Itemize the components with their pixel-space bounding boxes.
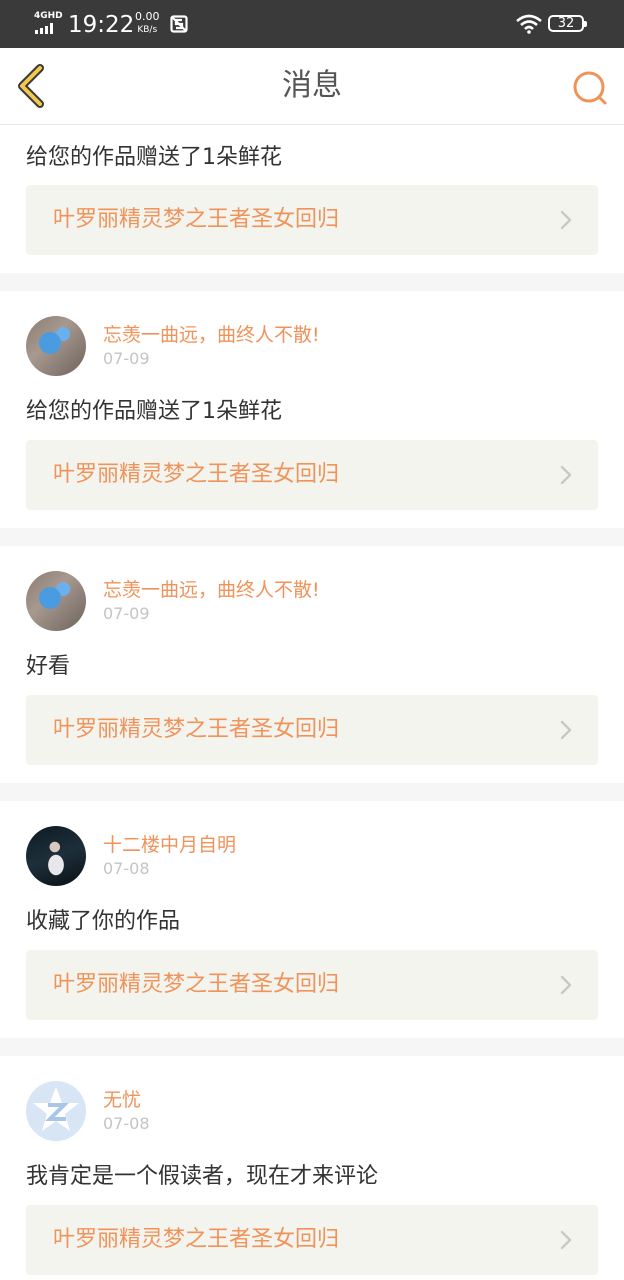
sender-name[interactable]: 忘羡一曲远，曲终人不散! [103,320,320,347]
sender-name[interactable]: 十二楼中月自明 [103,830,236,857]
work-title: 叶罗丽精灵梦之王者圣女回归 [53,1227,340,1252]
notification-icon [170,15,188,37]
work-title: 叶罗丽精灵梦之王者圣女回归 [53,207,340,232]
message-text: 收藏了你的作品 [26,909,181,934]
message-sender: 忘羡一曲远，曲终人不散! 07-09 [26,571,598,631]
message-date: 07-09 [103,349,150,368]
message-sender: 无忧 07-08 [26,1081,598,1141]
work-link[interactable]: 叶罗丽精灵梦之王者圣女回归 [26,1205,598,1275]
message-text: 给您的作品赠送了1朵鲜花 [26,399,282,424]
message-date: 07-08 [103,1114,150,1133]
message-sender: 忘羡一曲远，曲终人不散! 07-09 [26,316,598,376]
message-item: 无忧 07-08 我肯定是一个假读者，现在才来评论 叶罗丽精灵梦之王者圣女回归 [0,1056,624,1280]
work-title: 叶罗丽精灵梦之王者圣女回归 [53,717,340,742]
network-speed: 0.00 KB/s [135,11,160,36]
chevron-right-icon [560,210,572,230]
status-bar: 4GHD 19:22 0.00 KB/s 32 [0,0,624,48]
speed-unit: KB/s [137,25,158,35]
network-type: 4GHD [34,11,63,21]
sender-name[interactable]: 无忧 [103,1085,141,1112]
chevron-right-icon [560,465,572,485]
chevron-right-icon [560,975,572,995]
message-date: 07-08 [103,859,150,878]
page-title: 消息 [282,68,342,103]
message-item: 十二楼中月自明 07-08 收藏了你的作品 叶罗丽精灵梦之王者圣女回归 [0,801,624,1038]
search-icon [573,71,607,105]
message-text: 好看 [26,654,71,679]
avatar[interactable] [26,826,86,886]
message-item: 忘羡一曲远，曲终人不散! 07-09 给您的作品赠送了1朵鲜花 叶罗丽精灵梦之王… [0,291,624,528]
avatar[interactable] [26,316,86,376]
message-sender: 十二楼中月自明 07-08 [26,826,598,886]
work-link[interactable]: 叶罗丽精灵梦之王者圣女回归 [26,950,598,1020]
clock: 19:22 [68,12,135,38]
work-link[interactable]: 叶罗丽精灵梦之王者圣女回归 [26,440,598,510]
work-link[interactable]: 叶罗丽精灵梦之王者圣女回归 [26,695,598,765]
sender-name[interactable]: 忘羡一曲远，曲终人不散! [103,575,320,602]
chevron-right-icon [560,720,572,740]
message-text: 我肯定是一个假读者，现在才来评论 [26,1164,379,1189]
message-text: 给您的作品赠送了1朵鲜花 [26,145,282,170]
message-date: 07-09 [103,604,150,623]
work-link[interactable]: 叶罗丽精灵梦之王者圣女回归 [26,185,598,255]
avatar-default-icon[interactable] [26,1081,86,1141]
work-title: 叶罗丽精灵梦之王者圣女回归 [53,972,340,997]
message-list: 给您的作品赠送了1朵鲜花 叶罗丽精灵梦之王者圣女回归 忘羡一曲远，曲终人不散! … [0,125,624,1280]
work-title: 叶罗丽精灵梦之王者圣女回归 [53,462,340,487]
speed-value: 0.00 [135,10,160,23]
chevron-right-icon [560,1230,572,1250]
app-header: 消息 [0,48,624,125]
message-item: 给您的作品赠送了1朵鲜花 叶罗丽精灵梦之王者圣女回归 [0,125,624,273]
battery-icon: 32 [548,15,587,32]
message-item: 忘羡一曲远，曲终人不散! 07-09 好看 叶罗丽精灵梦之王者圣女回归 [0,546,624,783]
wifi-icon [515,14,543,38]
search-button[interactable] [570,68,610,108]
app-screen: 4GHD 19:22 0.00 KB/s 32 消息 给您的作品赠送了1朵鲜花 … [0,0,624,1280]
signal-icon [35,23,53,34]
avatar[interactable] [26,571,86,631]
